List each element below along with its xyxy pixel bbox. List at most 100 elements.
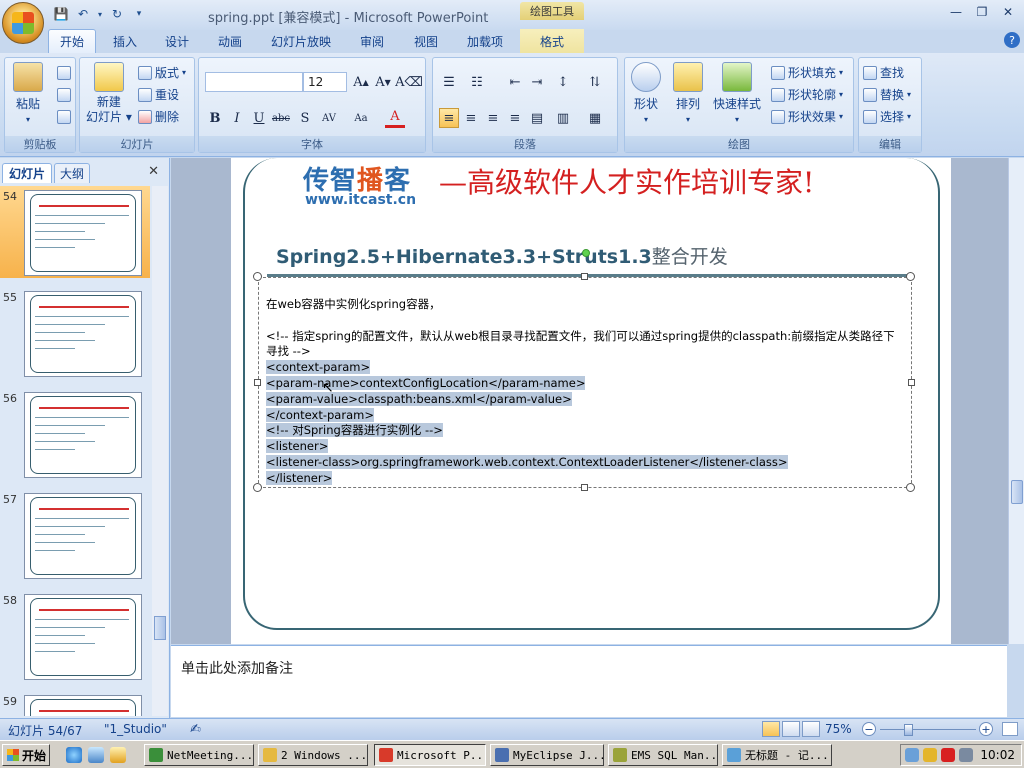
paste-button[interactable]: 粘贴 ▾ xyxy=(13,62,43,124)
change-case-icon[interactable]: Aa xyxy=(351,108,371,128)
resize-handle[interactable] xyxy=(254,379,261,386)
slideshow-view-icon[interactable] xyxy=(802,721,820,737)
shape-fill-button[interactable]: 形状填充 ▾ xyxy=(771,64,843,81)
chevron-down-icon[interactable]: ▾ xyxy=(96,5,104,23)
taskbar-button[interactable]: NetMeeting... xyxy=(144,744,254,766)
new-slide-button[interactable]: 新建 幻灯片 ▾ xyxy=(86,62,132,125)
slide-thumbnail[interactable]: 57 xyxy=(0,489,150,581)
tab-format[interactable]: 格式 xyxy=(520,29,584,53)
tab-addins[interactable]: 加载项 xyxy=(458,29,512,53)
security-icon[interactable] xyxy=(923,748,937,762)
redo-icon[interactable]: ↻ xyxy=(108,5,126,23)
shadow-icon[interactable]: S xyxy=(295,108,315,128)
bullets-icon[interactable]: ☰ xyxy=(439,72,459,92)
shape-effects-button[interactable]: 形状效果 ▾ xyxy=(771,108,843,125)
slide-thumbnail[interactable]: 59 xyxy=(0,691,150,716)
taskbar-button[interactable]: Microsoft P... xyxy=(374,744,486,766)
clear-format-icon[interactable]: A⌫ xyxy=(395,72,423,92)
underline-icon[interactable]: U xyxy=(249,108,269,128)
align-center-icon[interactable]: ≡ xyxy=(461,108,481,128)
slide-body-text[interactable]: 在web容器中实例化spring容器， <!-- 指定spring的配置文件，默认… xyxy=(266,297,911,487)
start-button[interactable]: 开始 xyxy=(2,744,50,766)
char-spacing-icon[interactable]: AV xyxy=(319,108,339,128)
close-button[interactable]: ✕ xyxy=(996,3,1020,21)
slide-vertical-scrollbar[interactable] xyxy=(1008,158,1024,644)
close-icon[interactable]: ✕ xyxy=(148,164,159,179)
thumbnail-scrollbar[interactable] xyxy=(152,186,168,716)
arrange-button[interactable]: 排列 ▾ xyxy=(673,62,703,124)
minimize-button[interactable]: — xyxy=(944,3,968,21)
tab-home[interactable]: 开始 xyxy=(48,29,96,53)
spellcheck-icon[interactable]: ✍ xyxy=(190,722,201,737)
quick-styles-button[interactable]: 快速样式 ▾ xyxy=(713,62,761,124)
zoom-out-icon[interactable]: − xyxy=(862,722,876,736)
find-button[interactable]: 查找 xyxy=(863,64,904,81)
tab-design[interactable]: 设计 xyxy=(156,29,198,53)
format-painter-icon[interactable] xyxy=(57,110,71,124)
thumbnail-scroll-thumb[interactable] xyxy=(154,616,166,640)
taskbar-button[interactable]: MyEclipse J... xyxy=(490,744,604,766)
strikethrough-icon[interactable]: abc xyxy=(271,108,291,128)
bold-icon[interactable]: B xyxy=(205,108,225,128)
slide-thumbnail[interactable]: 54 xyxy=(0,186,150,278)
zoom-slider-track[interactable] xyxy=(880,729,976,730)
fit-to-window-icon[interactable] xyxy=(1002,722,1018,736)
slide-scroll-thumb[interactable] xyxy=(1011,480,1023,504)
select-button[interactable]: 选择 ▾ xyxy=(863,108,911,125)
network-icon[interactable] xyxy=(905,748,919,762)
undo-icon[interactable]: ↶ xyxy=(74,5,92,23)
antivirus-icon[interactable] xyxy=(941,748,955,762)
zoom-slider-knob[interactable] xyxy=(903,724,913,736)
office-button[interactable] xyxy=(2,2,44,44)
italic-icon[interactable]: I xyxy=(227,108,247,128)
normal-view-icon[interactable] xyxy=(762,721,780,737)
align-left-icon[interactable]: ≡ xyxy=(439,108,459,128)
zoom-level[interactable]: 75% xyxy=(825,722,852,736)
font-color-icon[interactable]: A xyxy=(385,108,405,128)
tab-slides[interactable]: 幻灯片 xyxy=(2,163,52,183)
customize-qat-icon[interactable]: ▾ xyxy=(130,5,148,23)
help-icon[interactable]: ? xyxy=(1004,32,1020,48)
increase-indent-icon[interactable]: ⇥ xyxy=(527,72,547,92)
tab-insert[interactable]: 插入 xyxy=(104,29,146,53)
columns-icon[interactable]: ▥ xyxy=(553,108,573,128)
slide-thumbnail[interactable]: 58 xyxy=(0,590,150,682)
cut-icon[interactable] xyxy=(57,66,71,80)
decrease-indent-icon[interactable]: ⇤ xyxy=(505,72,525,92)
tab-slideshow[interactable]: 幻灯片放映 xyxy=(264,29,338,53)
slide-thumbnail[interactable]: 56 xyxy=(0,388,150,480)
taskbar-button[interactable]: 2 Windows ... xyxy=(258,744,368,766)
resize-handle[interactable] xyxy=(906,272,915,281)
restore-button[interactable]: ❐ xyxy=(970,3,994,21)
zoom-in-icon[interactable]: + xyxy=(979,722,993,736)
align-text-icon[interactable]: ▦ xyxy=(585,108,605,128)
shrink-font-icon[interactable]: A ▼ xyxy=(373,72,393,92)
folder-icon[interactable] xyxy=(110,747,126,763)
font-size-input[interactable]: 12 xyxy=(303,72,347,92)
volume-icon[interactable] xyxy=(959,748,973,762)
taskbar-button[interactable]: 无标题 - 记... xyxy=(722,744,832,766)
notes-pane[interactable]: 单击此处添加备注 xyxy=(171,645,1007,717)
save-icon[interactable]: 💾 xyxy=(52,5,70,23)
tab-outline[interactable]: 大纲 xyxy=(54,163,90,183)
tab-view[interactable]: 视图 xyxy=(404,29,448,53)
slide-sorter-icon[interactable] xyxy=(782,721,800,737)
taskbar-button[interactable]: EMS SQL Man... xyxy=(608,744,718,766)
delete-button[interactable]: 删除 xyxy=(138,108,179,125)
numbering-icon[interactable]: ☷ xyxy=(467,72,487,92)
tab-animation[interactable]: 动画 xyxy=(208,29,252,53)
replace-button[interactable]: 替换 ▾ xyxy=(863,86,911,103)
distributed-icon[interactable]: ▤ xyxy=(527,108,547,128)
text-direction-icon[interactable]: ⇅ xyxy=(585,72,605,92)
resize-handle[interactable] xyxy=(253,272,262,281)
show-desktop-icon[interactable] xyxy=(88,747,104,763)
slide-title[interactable]: Spring2.5+Hibernate3.3+Struts1.3整合开发 xyxy=(276,242,728,269)
resize-handle[interactable] xyxy=(581,273,588,280)
line-spacing-icon[interactable]: ↕ xyxy=(553,72,573,92)
align-right-icon[interactable]: ≡ xyxy=(483,108,503,128)
resize-handle[interactable] xyxy=(253,483,262,492)
shapes-button[interactable]: 形状 ▾ xyxy=(631,62,661,124)
reset-button[interactable]: 重设 xyxy=(138,86,179,103)
justify-icon[interactable]: ≡ xyxy=(505,108,525,128)
shape-outline-button[interactable]: 形状轮廓 ▾ xyxy=(771,86,843,103)
